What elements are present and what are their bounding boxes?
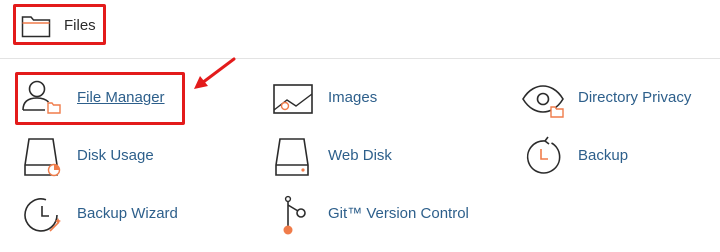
backup-wizard-icon	[20, 193, 64, 237]
annotation-arrow-icon	[194, 57, 236, 89]
backup-link[interactable]: Backup	[521, 135, 641, 179]
eye-folder-icon	[521, 77, 565, 121]
directory-privacy-label: Directory Privacy	[578, 89, 692, 106]
web-disk-link[interactable]: Web Disk	[271, 135, 411, 179]
image-icon	[271, 77, 315, 121]
images-label: Images	[328, 89, 378, 106]
backup-icon	[521, 135, 565, 179]
disk-usage-label: Disk Usage	[77, 147, 154, 164]
git-version-control-label: Git™ Version Control	[328, 205, 469, 222]
web-disk-label: Web Disk	[328, 147, 392, 164]
directory-privacy-link[interactable]: Directory Privacy	[521, 77, 696, 121]
backup-wizard-link[interactable]: Backup Wizard	[20, 193, 180, 237]
disk-usage-link[interactable]: Disk Usage	[20, 135, 160, 179]
git-version-control-link[interactable]: Git™ Version Control	[271, 193, 471, 237]
header-highlight-box	[13, 4, 106, 45]
backup-wizard-label: Backup Wizard	[77, 205, 178, 222]
images-link[interactable]: Images	[271, 77, 411, 121]
web-disk-icon	[271, 135, 315, 179]
disk-usage-icon	[20, 135, 64, 179]
file-manager-highlight-box	[15, 72, 185, 125]
files-section-header[interactable]: Files	[0, 0, 720, 59]
backup-label: Backup	[578, 147, 629, 164]
git-icon	[271, 193, 315, 237]
